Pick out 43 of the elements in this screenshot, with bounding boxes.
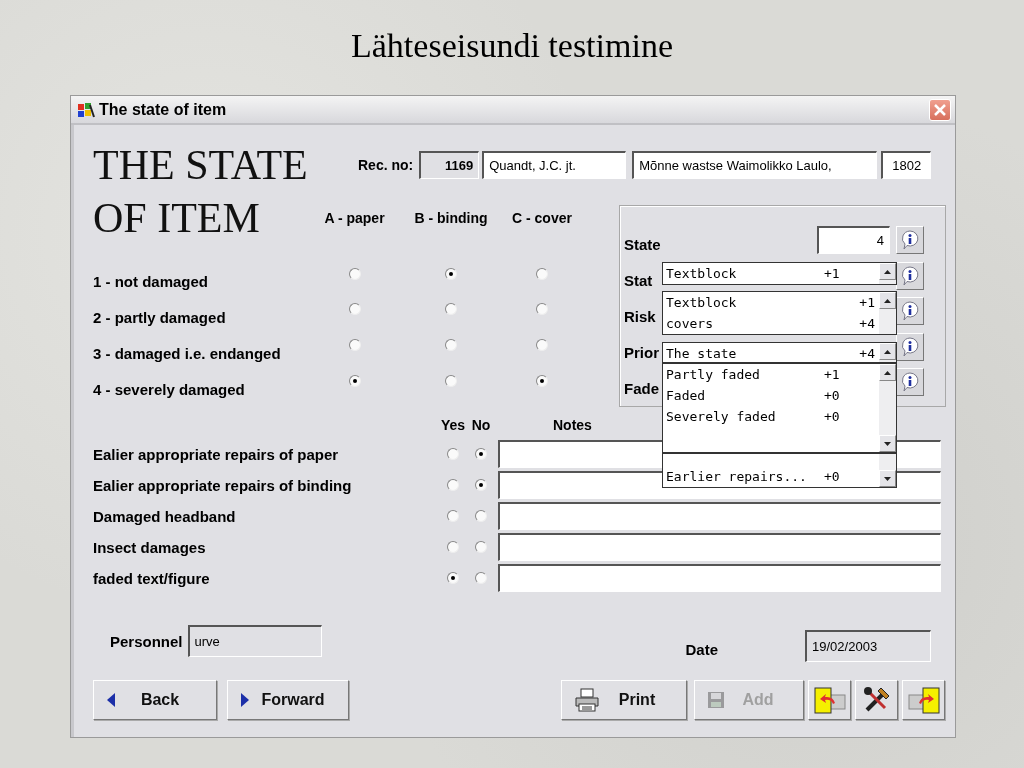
assessment-label: State bbox=[624, 235, 661, 253]
option-score: +4 bbox=[859, 346, 875, 361]
column-header: Yes bbox=[439, 417, 467, 435]
condition-label: Insect damages bbox=[93, 537, 207, 558]
option-score: +0 bbox=[824, 388, 840, 403]
assessment-label: Prior bbox=[624, 343, 659, 361]
option-score: +0 bbox=[824, 469, 840, 484]
damage-level-label: 4 - severely damaged bbox=[93, 379, 246, 400]
assessment-label: Stat bbox=[624, 271, 653, 289]
condition-label: Damaged headband bbox=[93, 506, 237, 527]
field-label: Rec. no: bbox=[358, 157, 414, 173]
option-name: The state bbox=[666, 346, 737, 361]
field-label: Date bbox=[685, 640, 719, 658]
slide-title: Lähteseisundi testimine bbox=[351, 26, 673, 65]
damage-level-label: 2 - partly damaged bbox=[93, 307, 227, 328]
column-header: Notes bbox=[553, 417, 592, 435]
condition-label: Ealier appropriate repairs of paper bbox=[93, 444, 340, 465]
option-name: Textblock bbox=[666, 295, 737, 310]
damage-level-label: 3 - damaged i.e. endanged bbox=[93, 343, 282, 364]
assessment-label: Risk bbox=[624, 307, 656, 325]
assessment-label: Fade bbox=[624, 379, 659, 397]
column-header: B - binding bbox=[413, 209, 489, 226]
option-score: +4 bbox=[859, 316, 875, 331]
option-score: +1 bbox=[824, 266, 840, 281]
condition-label: Ealier appropriate repairs of binding bbox=[93, 475, 353, 496]
option-name: Faded bbox=[666, 388, 707, 403]
window-title: The state of item bbox=[99, 100, 228, 119]
field-label: Personnel bbox=[110, 632, 183, 650]
option-score: +1 bbox=[824, 367, 840, 382]
condition-label: faded text/figure bbox=[93, 568, 211, 589]
option-name: covers bbox=[666, 316, 713, 331]
option-name: Partly faded bbox=[666, 367, 761, 382]
option-score: +0 bbox=[824, 409, 840, 424]
form-heading: OF ITEM bbox=[93, 193, 261, 243]
column-header: A - paper bbox=[323, 209, 386, 226]
option-name: Severely faded bbox=[666, 409, 777, 424]
damage-level-label: 1 - not damaged bbox=[93, 272, 209, 293]
option-score: +1 bbox=[859, 295, 875, 310]
column-header: No bbox=[470, 417, 492, 435]
option-name: Textblock bbox=[666, 266, 738, 281]
form-heading: THE STATE bbox=[93, 141, 309, 189]
option-name: Earlier repairs... bbox=[666, 469, 808, 484]
column-header: C - cover bbox=[511, 209, 573, 226]
